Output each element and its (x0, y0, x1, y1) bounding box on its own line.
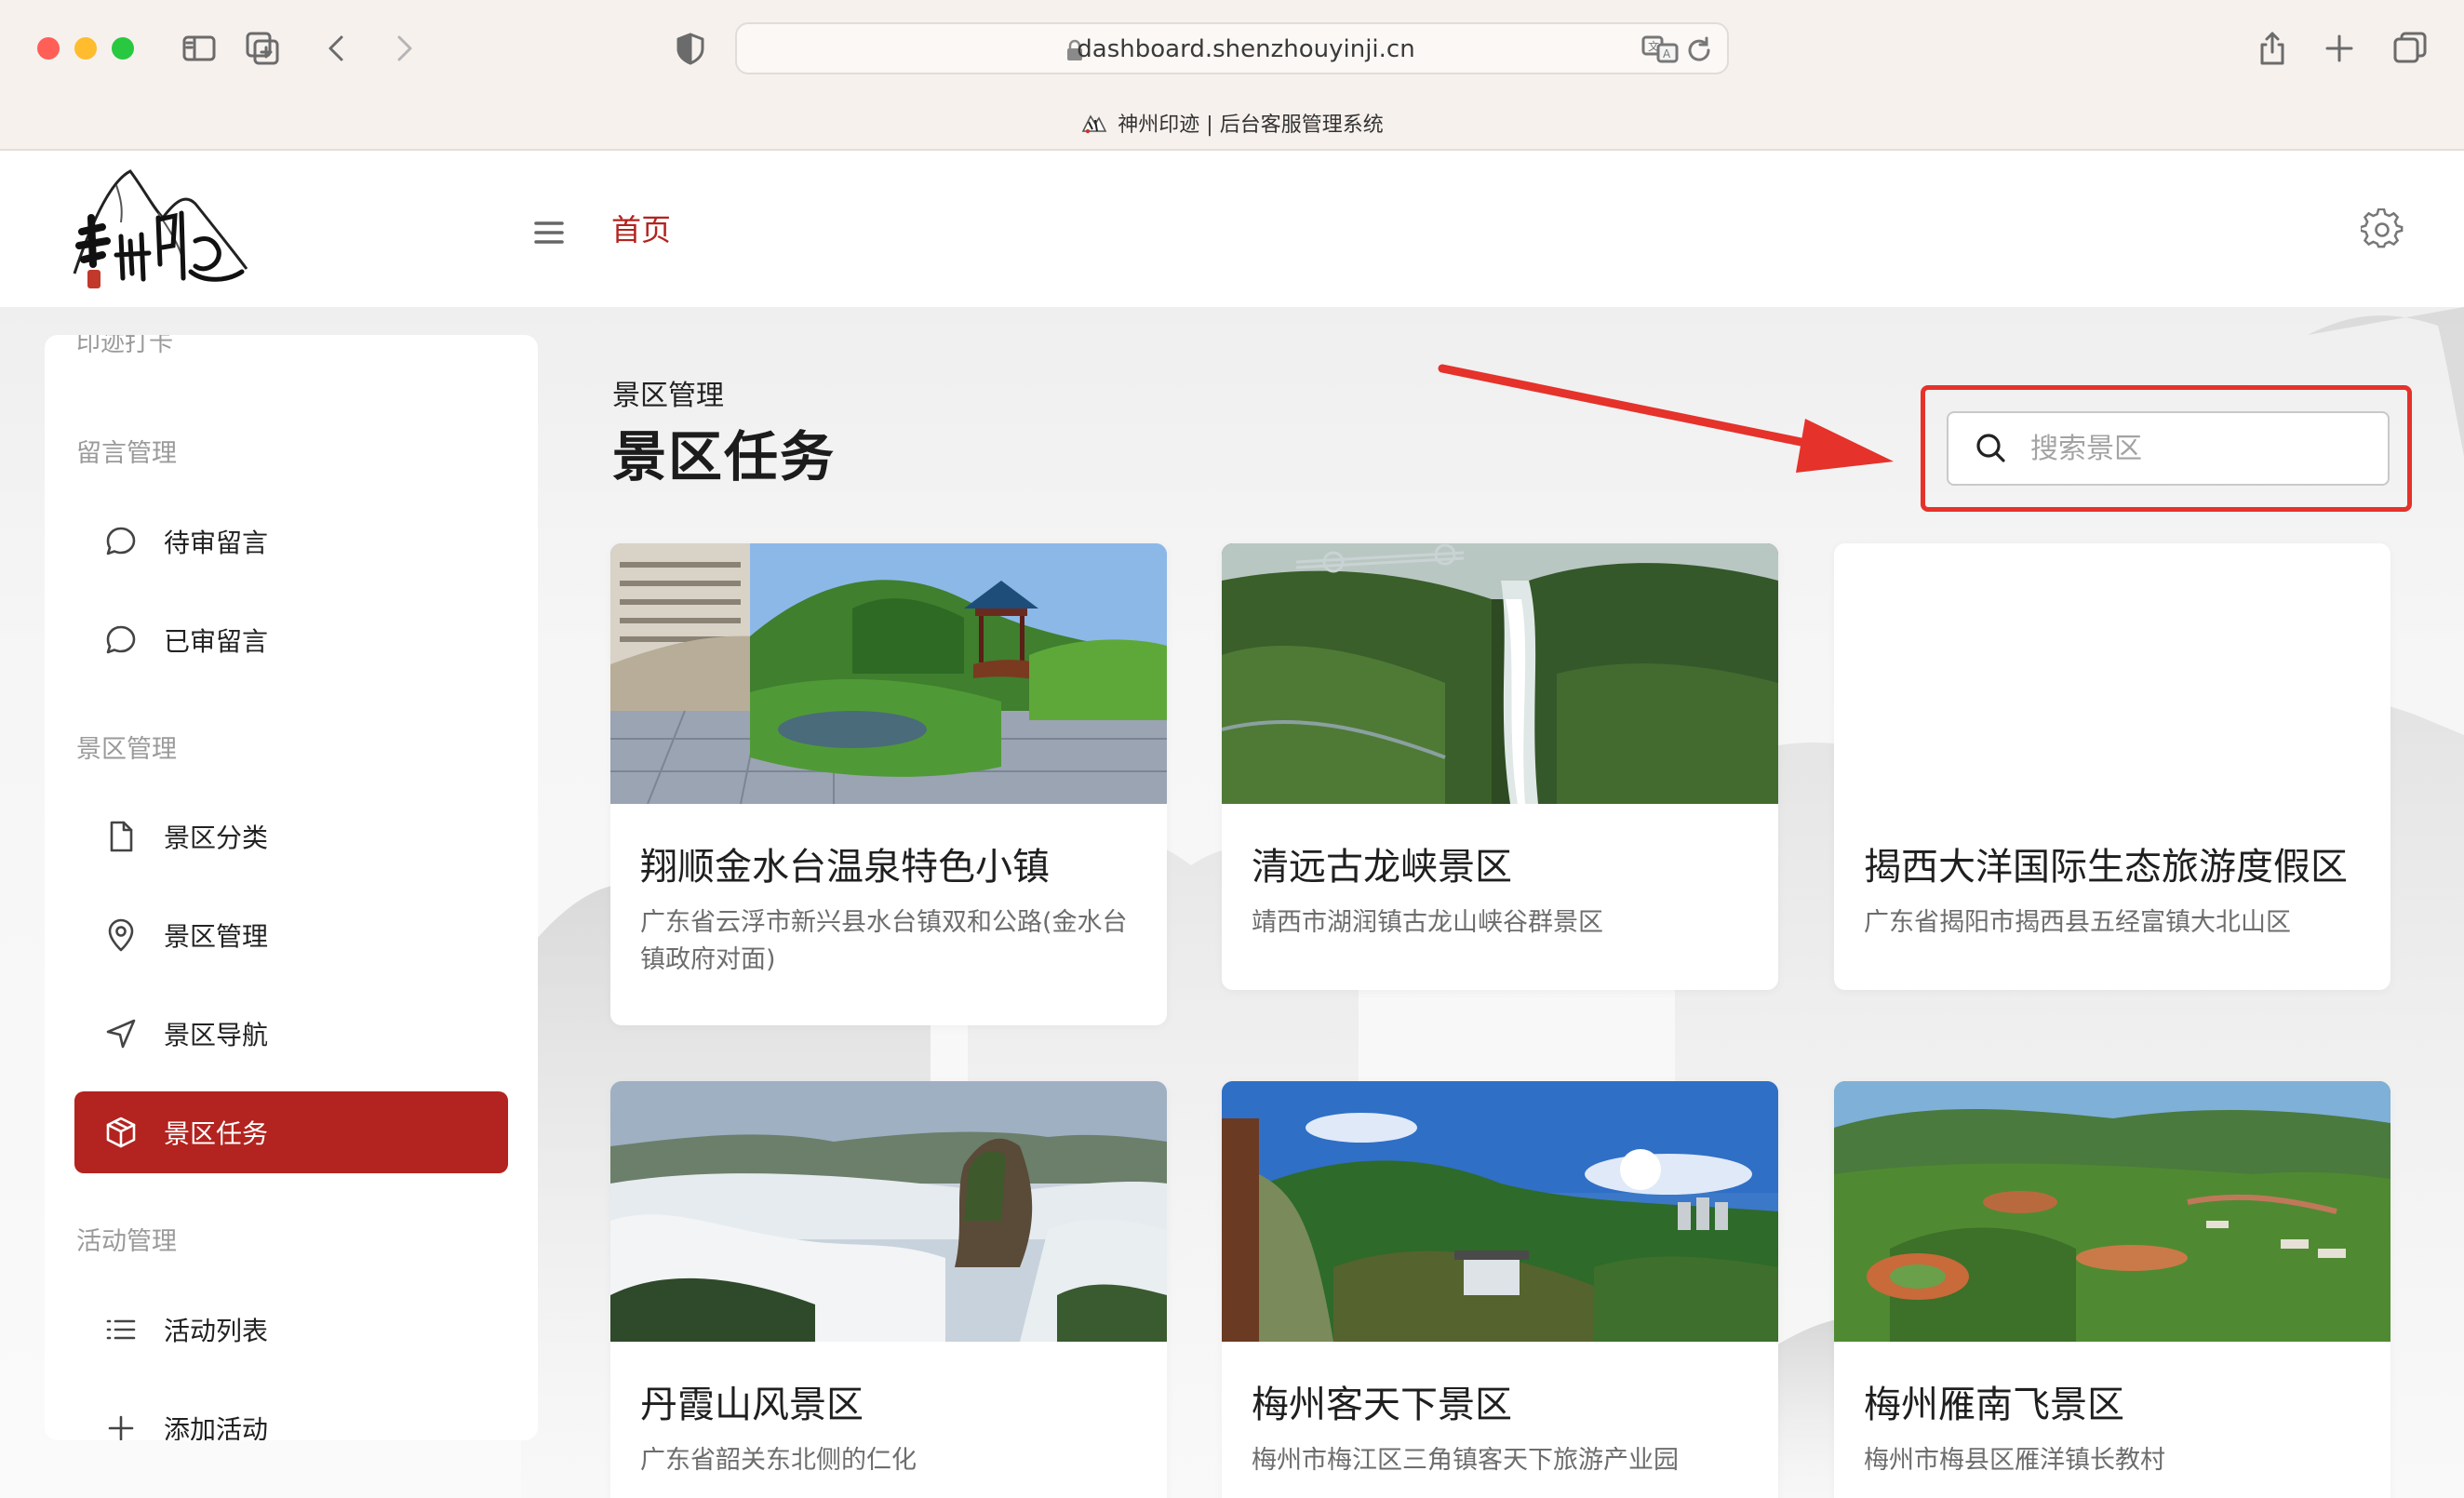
scenic-search-field[interactable] (1947, 411, 2390, 486)
svg-text:文: 文 (1648, 39, 1659, 53)
back-icon[interactable] (315, 26, 359, 71)
scenic-card-image (1222, 543, 1778, 804)
sidebar: 印迹打卡 留言管理 待审留言 已审留言 景区管理 景区分类 景区管理 景区导航 … (45, 335, 538, 1440)
menu-toggle-button[interactable] (530, 214, 568, 251)
scenic-card-address: 梅州市梅江区三角镇客天下旅游产业园 (1252, 1446, 1679, 1475)
sidebar-item-label: 景区管理 (164, 921, 269, 952)
header-home-link[interactable]: 首页 (611, 207, 671, 249)
browser-toolbar: dashboard.shenzhouyinji.cn 文A (0, 0, 2464, 97)
scenic-card-image (610, 1081, 1167, 1342)
window-minimize-button[interactable] (74, 37, 97, 60)
share-icon[interactable] (2250, 26, 2295, 71)
scenic-card-image-placeholder (1834, 543, 2390, 804)
scenic-card-address: 梅州市梅县区雁洋镇长教村 (1864, 1446, 2165, 1475)
sidebar-item-label: 活动列表 (164, 1316, 269, 1346)
scenic-card-title: 梅州雁南飞景区 (1864, 1384, 2124, 1426)
sidebar-item-pending-messages[interactable]: 待审留言 (74, 501, 508, 582)
cube-icon (102, 1114, 140, 1151)
search-icon (1973, 430, 2010, 467)
url-text: dashboard.shenzhouyinji.cn (1077, 35, 1415, 63)
app-header: 首页 (0, 151, 2464, 307)
search-input[interactable] (2030, 432, 2365, 465)
scenic-card-image (610, 543, 1167, 804)
svg-text:A: A (1663, 47, 1671, 60)
sidebar-item-activity-list[interactable]: 活动列表 (74, 1289, 508, 1371)
sidebar-item-add-activity[interactable]: 添加活动 (74, 1387, 508, 1440)
scenic-card-address: 广东省韶关东北侧的仁化 (640, 1446, 917, 1475)
sidebar-item-reviewed-messages[interactable]: 已审留言 (74, 599, 508, 681)
scenic-card-image (1222, 1081, 1778, 1342)
new-tab-icon[interactable] (2317, 26, 2362, 71)
list-icon (102, 1311, 140, 1348)
plus-icon (102, 1410, 140, 1440)
sidebar-item-label: 景区导航 (164, 1020, 269, 1050)
scenic-card-title: 揭西大洋国际生态旅游度假区 (1864, 846, 2348, 889)
favicon-icon (1082, 114, 1107, 134)
brand-logo[interactable] (65, 162, 251, 297)
annotation-arrow (1438, 364, 1894, 473)
page-title: 景区任务 (612, 425, 837, 488)
navigation-icon (102, 1015, 140, 1052)
scenic-card-address: 靖西市湖润镇古龙山峡谷群景区 (1252, 908, 1603, 937)
sidebar-group-activities: 活动管理 (76, 1227, 177, 1256)
scenic-card-address: 广东省云浮市新兴县水台镇双和公路(金水台镇政府对面) (640, 908, 1128, 974)
scenic-card-title: 清远古龙峡景区 (1252, 846, 1512, 889)
scenic-card-image (1834, 1081, 2390, 1342)
scenic-card[interactable]: 梅州雁南飞景区 梅州市梅县区雁洋镇长教村 (1834, 1081, 2390, 1498)
forward-icon[interactable] (382, 26, 426, 71)
sidebar-item-scenic-category[interactable]: 景区分类 (74, 796, 508, 877)
sidebar-item-checkin-partial[interactable]: 印迹打卡 (76, 335, 173, 358)
sidebar-item-label: 景区任务 (164, 1118, 269, 1149)
tab-title: 神州印迹 | 后台客服管理系统 (1118, 114, 1384, 137)
sidebar-item-scenic-navigation[interactable]: 景区导航 (74, 993, 508, 1075)
scenic-card[interactable]: 清远古龙峡景区 靖西市湖润镇古龙山峡谷群景区 (1222, 543, 1778, 990)
scenic-card[interactable]: 翔顺金水台温泉特色小镇 广东省云浮市新兴县水台镇双和公路(金水台镇政府对面) (610, 543, 1167, 1025)
sidebar-group-scenic: 景区管理 (76, 735, 177, 764)
document-icon (102, 818, 140, 855)
chat-bubble-icon (102, 523, 140, 560)
gear-icon (2359, 207, 2404, 248)
scenic-card-title: 翔顺金水台温泉特色小镇 (640, 846, 1050, 889)
scenic-card-address: 广东省揭阳市揭西县五经富镇大北山区 (1864, 908, 2291, 937)
map-pin-icon (102, 916, 140, 954)
tab-overview-icon[interactable] (240, 26, 285, 71)
reload-icon[interactable] (1684, 35, 1714, 65)
sidebar-item-scenic-tasks[interactable]: 景区任务 (74, 1091, 508, 1173)
sidebar-toggle-icon[interactable] (177, 26, 221, 71)
active-tab[interactable]: 神州印迹 | 后台客服管理系统 (0, 108, 2464, 138)
sidebar-item-label: 景区分类 (164, 823, 269, 853)
sidebar-item-label: 添加活动 (164, 1414, 269, 1440)
sidebar-item-label: 待审留言 (164, 528, 269, 558)
scenic-card[interactable]: 丹霞山风景区 广东省韶关东北侧的仁化 (610, 1081, 1167, 1498)
window-zoom-button[interactable] (112, 37, 134, 60)
address-bar[interactable]: dashboard.shenzhouyinji.cn 文A (735, 22, 1729, 74)
scenic-card-title: 丹霞山风景区 (640, 1384, 864, 1426)
tabs-icon[interactable] (2388, 26, 2432, 71)
sidebar-group-messages: 留言管理 (76, 439, 177, 468)
window-close-button[interactable] (37, 37, 60, 60)
hamburger-icon (534, 221, 564, 244)
scenic-card-title: 梅州客天下景区 (1252, 1384, 1512, 1426)
sidebar-item-label: 已审留言 (164, 626, 269, 657)
privacy-shield-icon[interactable] (668, 26, 713, 71)
translate-icon[interactable]: 文A (1641, 33, 1679, 67)
page-breadcrumb[interactable]: 景区管理 (612, 372, 724, 413)
scenic-card[interactable]: 梅州客天下景区 梅州市梅江区三角镇客天下旅游产业园 (1222, 1081, 1778, 1498)
tab-bar: 神州印迹 | 后台客服管理系统 (0, 97, 2464, 151)
chat-bubble-icon (102, 622, 140, 659)
scenic-card[interactable]: 揭西大洋国际生态旅游度假区 广东省揭阳市揭西县五经富镇大北山区 (1834, 543, 2390, 990)
sidebar-item-scenic-management[interactable]: 景区管理 (74, 894, 508, 976)
settings-button[interactable] (2359, 207, 2404, 251)
